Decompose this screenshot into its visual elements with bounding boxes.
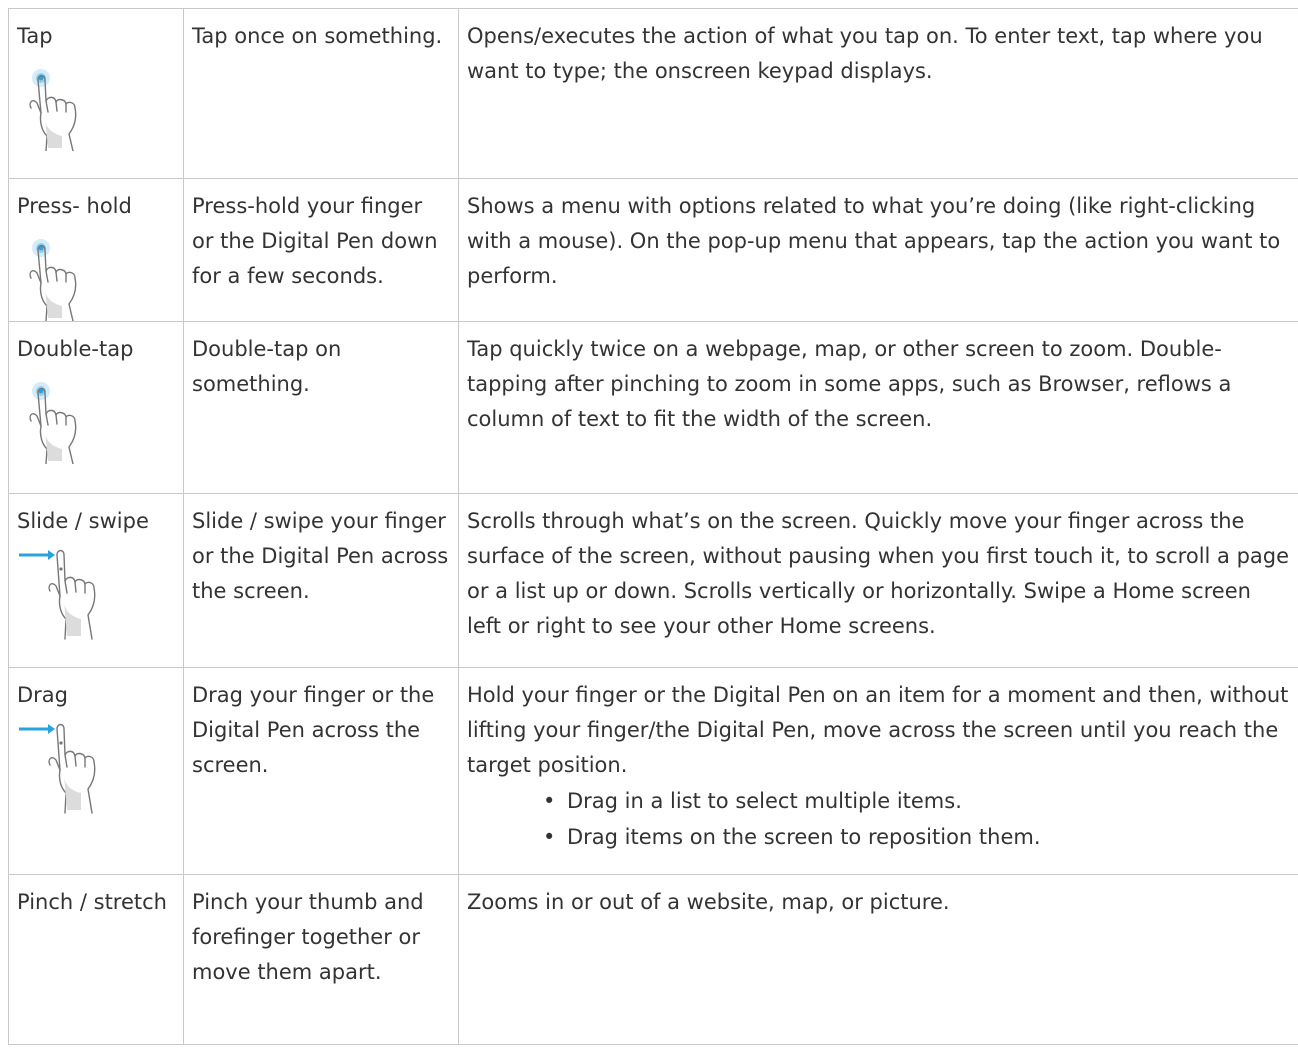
table-row: Drag Drag your finger or the Digital Pen… (8, 667, 1298, 875)
how-cell: Press-hold your finger or the Digital Pe… (183, 178, 459, 322)
result-cell: Opens/executes the action of what you ta… (458, 8, 1298, 179)
gesture-name: Slide / swipe (17, 509, 149, 533)
list-item: • Drag items on the screen to reposition … (467, 819, 1290, 855)
result-cell: Zooms in or out of a website, map, or pi… (458, 874, 1298, 1045)
bullet-glyph: • (543, 789, 556, 813)
bullet-glyph: • (543, 825, 556, 849)
gesture-name: Press- hold (17, 194, 132, 218)
gesture-cell: Slide / swipe (8, 493, 184, 668)
double-tap-hand-icon (17, 369, 175, 464)
gesture-name: Tap (17, 24, 53, 48)
tap-hand-icon (17, 56, 175, 151)
table-row: Slide / swipe Slide / swipe your finger … (8, 493, 1298, 668)
gesture-name: Pinch / stretch (17, 890, 167, 914)
table-row: Tap Tap once on something. Opens/execute… (8, 8, 1298, 179)
result-cell: Tap quickly twice on a webpage, map, or … (458, 321, 1298, 494)
how-cell: Slide / swipe your finger or the Digital… (183, 493, 459, 668)
gesture-cell: Drag (8, 667, 184, 875)
bullet-list: • Drag in a list to select multiple items… (467, 783, 1290, 855)
gestures-table: Tap Tap once on something. Opens/execute… (8, 8, 1298, 1045)
press-hold-hand-icon (17, 226, 175, 321)
result-cell: Hold your finger or the Digital Pen on a… (458, 667, 1298, 875)
table-row: Pinch / stretch Pinch your thumb and for… (8, 874, 1298, 1045)
how-cell: Double-tap on something. (183, 321, 459, 494)
gesture-cell: Tap (8, 8, 184, 179)
table-row: Press- hold Press-hold your finger or th… (8, 178, 1298, 322)
result-cell: Scrolls through what’s on the screen. Qu… (458, 493, 1298, 668)
drag-hand-icon (17, 715, 175, 815)
result-cell: Shows a menu with options related to wha… (458, 178, 1298, 322)
list-item: • Drag in a list to select multiple items… (467, 783, 1290, 819)
gesture-cell: Press- hold (8, 178, 184, 322)
table-row: Double-tap Double-tap on something. Tap … (8, 321, 1298, 494)
gesture-name: Double-tap (17, 337, 134, 361)
gesture-name: Drag (17, 683, 69, 707)
gesture-cell: Pinch / stretch (8, 874, 184, 1045)
how-cell: Drag your finger or the Digital Pen acro… (183, 667, 459, 875)
gesture-cell: Double-tap (8, 321, 184, 494)
swipe-hand-icon (17, 541, 175, 641)
how-cell: Pinch your thumb and forefinger together… (183, 874, 459, 1045)
how-cell: Tap once on something. (183, 8, 459, 179)
